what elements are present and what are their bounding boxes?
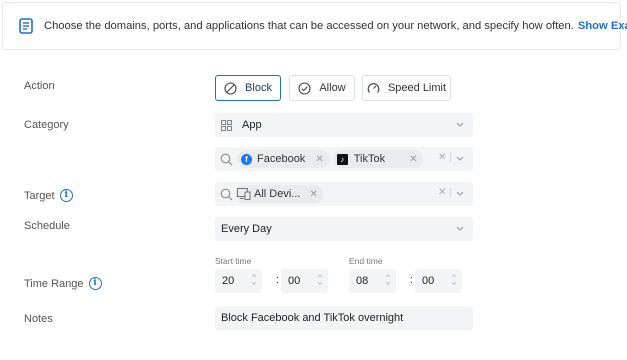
clear-icon[interactable]: ✕ xyxy=(438,187,446,198)
time-separator: : xyxy=(410,274,414,286)
time-separator: : xyxy=(276,274,280,286)
info-banner: Choose the domains, ports, and applicati… xyxy=(2,2,627,50)
start-time-label: Start time xyxy=(215,256,252,266)
block-label: Block xyxy=(245,82,272,94)
stepper-icon[interactable] xyxy=(317,273,323,286)
end-time-label: End time xyxy=(349,256,383,266)
speed-limit-label: Speed Limit xyxy=(387,82,447,94)
end-hour-input[interactable]: 08 xyxy=(349,269,396,293)
end-minute-input[interactable]: 00 xyxy=(415,269,462,293)
search-icon xyxy=(220,188,233,200)
block-button[interactable]: Block xyxy=(215,75,281,101)
app-tag-label: TikTok xyxy=(353,153,386,165)
schedule-select[interactable]: Every Day xyxy=(215,217,473,241)
clear-icon[interactable]: ✕ xyxy=(438,152,446,163)
device-tag: All Devi... ✕ xyxy=(235,185,324,203)
search-icon xyxy=(220,153,233,165)
category-label: Category xyxy=(24,119,69,131)
devices-icon xyxy=(237,188,251,200)
target-select[interactable]: All Devi... ✕ ✕ | xyxy=(215,182,473,206)
start-minute-input[interactable]: 00 xyxy=(281,269,328,293)
schedule-label: Schedule xyxy=(24,220,70,232)
notes-input[interactable]: Block Facebook and TikTok overnight xyxy=(215,306,473,330)
category-select[interactable]: App xyxy=(215,113,473,137)
chevron-down-icon[interactable] xyxy=(455,188,465,198)
device-tag-label: All Devi... xyxy=(254,188,301,200)
info-icon[interactable]: i xyxy=(88,277,102,290)
banner-text: Choose the domains, ports, and applicati… xyxy=(44,20,574,32)
remove-tag-icon[interactable]: ✕ xyxy=(409,154,417,165)
remove-tag-icon[interactable]: ✕ xyxy=(315,154,323,165)
gauge-icon xyxy=(367,82,380,93)
category-value: App xyxy=(242,119,262,131)
start-minute-value: 00 xyxy=(288,275,301,287)
check-circle-icon xyxy=(298,81,311,95)
chevron-down-icon xyxy=(456,226,464,231)
tiktok-icon: ♪ xyxy=(336,153,348,165)
clear-and-expand: ✕ | xyxy=(438,152,465,163)
allow-label: Allow xyxy=(319,82,346,94)
time-range-label: Time Range i xyxy=(24,277,102,290)
app-tag-facebook: f Facebook ✕ xyxy=(237,150,330,168)
speed-limit-button[interactable]: Speed Limit xyxy=(362,75,451,101)
app-select[interactable]: f Facebook ✕ ♪ TikTok ✕ ✕ | xyxy=(215,147,473,171)
notes-label: Notes xyxy=(24,313,53,325)
app-tag-label: Facebook xyxy=(257,153,306,165)
stepper-icon[interactable] xyxy=(251,273,257,286)
grid-icon xyxy=(221,119,232,131)
facebook-icon: f xyxy=(241,153,252,165)
end-hour-value: 08 xyxy=(356,275,369,287)
action-label: Action xyxy=(24,80,55,92)
target-label: Target i xyxy=(24,189,73,202)
start-hour-value: 20 xyxy=(222,275,235,287)
start-hour-input[interactable]: 20 xyxy=(215,269,262,293)
clear-and-expand: ✕ | xyxy=(438,187,465,198)
stepper-icon[interactable] xyxy=(385,273,391,286)
block-icon xyxy=(224,81,237,95)
stepper-icon[interactable] xyxy=(451,273,457,286)
notes-value: Block Facebook and TikTok overnight xyxy=(221,312,404,324)
schedule-value: Every Day xyxy=(221,223,272,235)
app-tag-tiktok: ♪ TikTok ✕ xyxy=(332,150,424,168)
chevron-down-icon[interactable] xyxy=(455,153,465,163)
info-icon[interactable]: i xyxy=(59,189,73,202)
remove-tag-icon[interactable]: ✕ xyxy=(309,189,317,200)
allow-button[interactable]: Allow xyxy=(289,75,355,101)
show-example-link[interactable]: Show Example xyxy=(578,20,627,32)
document-icon xyxy=(19,18,33,34)
end-minute-value: 00 xyxy=(422,275,435,287)
chevron-down-icon xyxy=(456,122,464,127)
